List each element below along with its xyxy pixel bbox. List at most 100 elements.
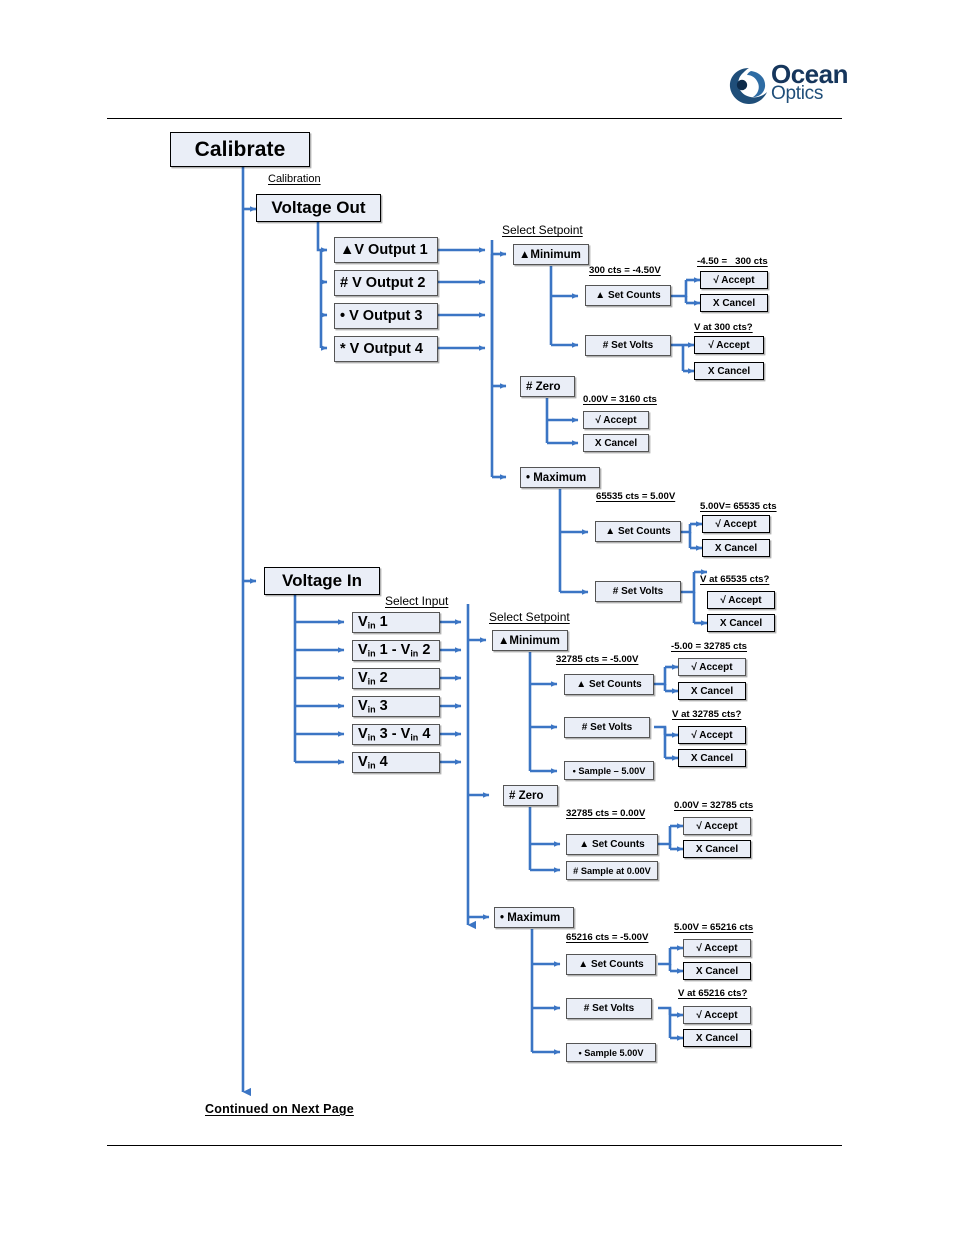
- node-vin-1[interactable]: Vin 1: [352, 612, 440, 633]
- cancel-label: X Cancel: [690, 752, 734, 764]
- caption-out-zero: 0.00V = 3160 cts: [583, 394, 657, 405]
- node-out-zero[interactable]: # Zero: [520, 376, 575, 397]
- node-vin-4[interactable]: Vin 4: [352, 752, 440, 773]
- node-vin-1-minus-vin-2-label: Vin 1 - Vin 2: [358, 642, 431, 659]
- node-in-zero-cancel[interactable]: X Cancel: [683, 840, 751, 858]
- node-in-max-counts-cancel[interactable]: X Cancel: [683, 962, 751, 980]
- caption-select-setpoint-in: Select Setpoint: [489, 610, 570, 624]
- cancel-label: X Cancel: [695, 965, 739, 977]
- document-page: Ocean Optics Calibrate Calibration Volta…: [0, 0, 954, 1235]
- node-in-min-counts-accept[interactable]: √ Accept: [678, 658, 746, 676]
- node-vin-4-label: Vin 4: [358, 754, 388, 771]
- accept-label: √ Accept: [696, 1009, 738, 1021]
- node-out-minimum-label: ▲Minimum: [519, 248, 581, 261]
- node-v-output-1[interactable]: ▲V Output 1: [334, 237, 438, 263]
- accept-label: √ Accept: [713, 274, 755, 286]
- node-out-min-counts-accept[interactable]: √ Accept: [700, 271, 768, 289]
- ocean-optics-logo: Ocean Optics: [727, 61, 849, 113]
- node-vin-3-label: Vin 3: [358, 698, 388, 715]
- node-out-max-set-volts-label: # Set Volts: [612, 586, 664, 597]
- caption-select-input: Select Input: [385, 594, 449, 608]
- node-out-max-set-counts[interactable]: ▲ Set Counts: [595, 521, 681, 542]
- node-vin-2[interactable]: Vin 2: [352, 668, 440, 689]
- cancel-label: X Cancel: [594, 437, 638, 449]
- node-out-zero-accept[interactable]: √ Accept: [583, 411, 649, 429]
- node-in-min-set-counts[interactable]: ▲ Set Counts: [564, 674, 654, 695]
- node-in-max-set-volts[interactable]: # Set Volts: [566, 998, 652, 1019]
- node-out-max-counts-cancel[interactable]: X Cancel: [702, 539, 770, 557]
- node-v-output-4[interactable]: * V Output 4: [334, 336, 438, 362]
- node-in-min-counts-cancel[interactable]: X Cancel: [678, 682, 746, 700]
- node-in-zero-set-counts-label: ▲ Set Counts: [579, 839, 645, 850]
- connector-wires: [241, 167, 708, 1097]
- node-vin-1-label: Vin 1: [358, 614, 388, 631]
- node-in-zero-accept[interactable]: √ Accept: [683, 817, 751, 835]
- node-in-max-counts-accept[interactable]: √ Accept: [683, 939, 751, 957]
- node-calibrate[interactable]: Calibrate: [170, 132, 310, 167]
- node-in-min-volts-cancel[interactable]: X Cancel: [678, 749, 746, 767]
- continued-next-page-note: Continued on Next Page: [205, 1102, 354, 1116]
- node-voltage-out[interactable]: Voltage Out: [256, 194, 381, 222]
- node-in-zero-set-counts[interactable]: ▲ Set Counts: [566, 834, 658, 855]
- node-out-max-counts-accept[interactable]: √ Accept: [702, 515, 770, 533]
- node-out-min-volts-accept[interactable]: √ Accept: [694, 336, 764, 354]
- node-v-output-2-label: # V Output 2: [340, 275, 426, 291]
- node-voltage-out-label: Voltage Out: [271, 198, 366, 217]
- node-in-minimum[interactable]: ▲Minimum: [492, 630, 568, 651]
- accept-label: √ Accept: [720, 594, 762, 606]
- accept-label: √ Accept: [691, 729, 733, 741]
- node-out-minimum[interactable]: ▲Minimum: [513, 244, 589, 265]
- node-out-min-set-volts[interactable]: # Set Volts: [585, 335, 671, 356]
- cancel-label: X Cancel: [719, 617, 763, 629]
- node-in-min-sample[interactable]: • Sample – 5.00V: [564, 761, 654, 780]
- node-v-output-3[interactable]: • V Output 3: [334, 303, 438, 329]
- node-v-output-3-label: • V Output 3: [340, 308, 423, 324]
- node-in-max-sample[interactable]: • Sample 5.00V: [566, 1043, 656, 1062]
- logo-wordmark: Ocean Optics: [771, 61, 851, 104]
- node-vin-3[interactable]: Vin 3: [352, 696, 440, 717]
- node-out-min-counts-cancel[interactable]: X Cancel: [700, 294, 768, 312]
- node-in-min-volts-accept[interactable]: √ Accept: [678, 726, 746, 744]
- node-in-min-set-volts-label: # Set Volts: [581, 722, 633, 733]
- caption-in-max-setcounts: 65216 cts = -5.00V: [566, 932, 649, 943]
- node-in-maximum[interactable]: • Maximum: [494, 907, 574, 928]
- node-in-max-sample-label: • Sample 5.00V: [578, 1047, 644, 1058]
- node-out-max-set-counts-label: ▲ Set Counts: [605, 526, 671, 537]
- node-out-max-volts-cancel[interactable]: X Cancel: [707, 614, 775, 632]
- node-out-max-set-volts[interactable]: # Set Volts: [595, 581, 681, 602]
- node-out-zero-label: # Zero: [526, 380, 561, 393]
- caption-in-min-result: -5.00 = 32785 cts: [671, 641, 748, 652]
- node-in-minimum-label: ▲Minimum: [498, 634, 560, 647]
- node-in-max-volts-cancel[interactable]: X Cancel: [683, 1029, 751, 1047]
- node-out-min-set-counts[interactable]: ▲ Set Counts: [585, 285, 671, 306]
- node-out-zero-cancel[interactable]: X Cancel: [583, 434, 649, 452]
- node-out-min-set-volts-label: # Set Volts: [602, 340, 654, 351]
- node-in-max-volts-accept[interactable]: √ Accept: [683, 1006, 751, 1024]
- node-out-max-volts-accept[interactable]: √ Accept: [707, 591, 775, 609]
- node-in-max-set-volts-label: # Set Volts: [583, 1003, 635, 1014]
- node-v-output-1-label: ▲V Output 1: [340, 242, 428, 258]
- ocean-optics-swirl-icon: [729, 68, 767, 104]
- caption-out-min-result: -4.50 = 300 cts: [697, 256, 768, 267]
- node-in-min-set-counts-label: ▲ Set Counts: [576, 679, 642, 690]
- node-in-min-set-volts[interactable]: # Set Volts: [564, 717, 650, 738]
- node-vin-1-minus-vin-2[interactable]: Vin 1 - Vin 2: [352, 640, 440, 661]
- node-vin-3-minus-vin-4-label: Vin 3 - Vin 4: [358, 726, 431, 743]
- caption-out-max-volts-result: V at 65535 cts?: [700, 574, 770, 585]
- node-in-max-set-counts[interactable]: ▲ Set Counts: [566, 954, 656, 975]
- node-in-zero-sample-label: # Sample at 0.00V: [573, 865, 651, 876]
- accept-label: √ Accept: [691, 661, 733, 673]
- caption-select-setpoint-out: Select Setpoint: [502, 223, 583, 237]
- node-vin-3-minus-vin-4[interactable]: Vin 3 - Vin 4: [352, 724, 440, 745]
- footer-rule: [107, 1145, 842, 1146]
- cancel-label: X Cancel: [695, 843, 739, 855]
- node-v-output-2[interactable]: # V Output 2: [334, 270, 438, 296]
- node-in-zero[interactable]: # Zero: [503, 785, 558, 806]
- node-in-zero-sample[interactable]: # Sample at 0.00V: [566, 861, 658, 880]
- caption-calibration: Calibration: [268, 173, 321, 185]
- node-in-min-sample-label: • Sample – 5.00V: [572, 765, 646, 776]
- node-voltage-in[interactable]: Voltage In: [264, 567, 380, 595]
- node-out-min-volts-cancel[interactable]: X Cancel: [694, 362, 764, 380]
- node-in-zero-label: # Zero: [509, 789, 544, 802]
- node-out-maximum[interactable]: • Maximum: [520, 467, 600, 488]
